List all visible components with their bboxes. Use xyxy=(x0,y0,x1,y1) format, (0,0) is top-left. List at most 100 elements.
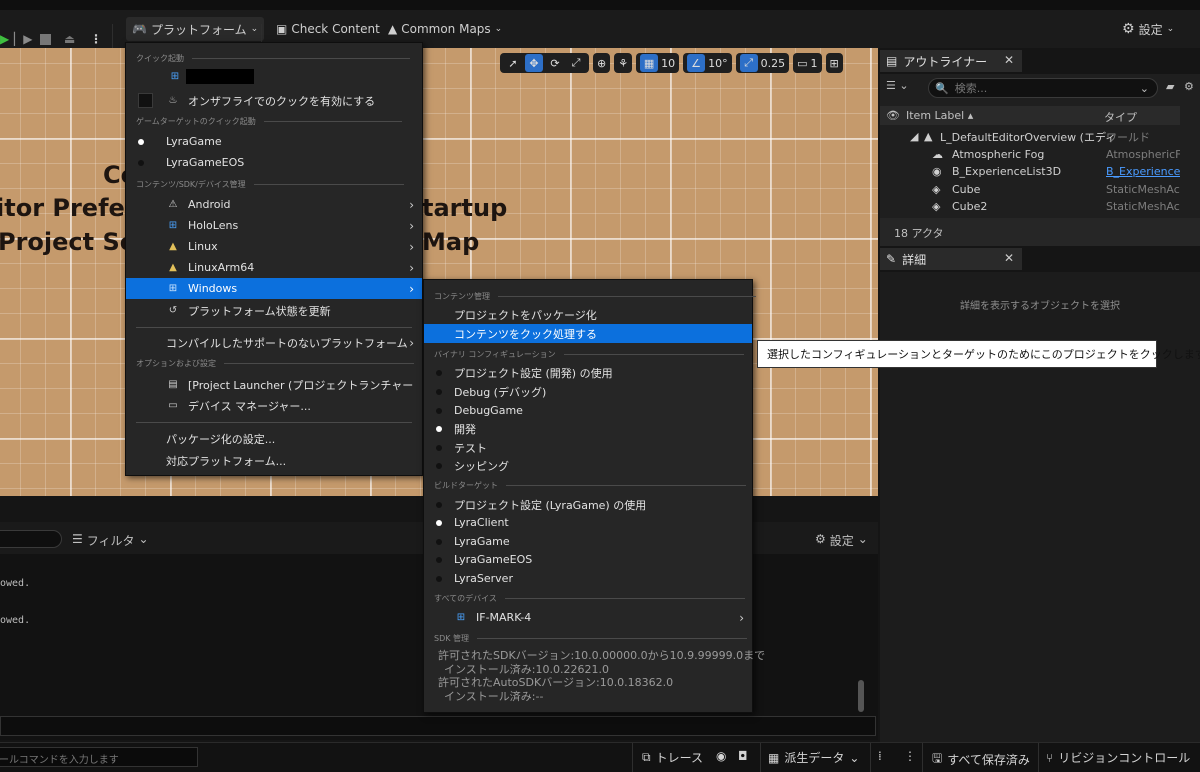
tree-row[interactable]: ◢ ▲ L_DefaultEditorOverview (エディ ワールド xyxy=(880,128,1180,145)
quick-launch-device-item[interactable]: ⊞ xyxy=(126,66,422,87)
eye-icon[interactable]: 👁 xyxy=(886,109,900,122)
cook-on-the-fly-checkbox[interactable] xyxy=(138,93,153,108)
log-search-input[interactable] xyxy=(0,530,62,548)
rotation-snap[interactable]: ∠ 10° xyxy=(683,53,732,73)
trace-icon: ⧉ xyxy=(642,750,651,764)
branch-icon: ⑂ xyxy=(1046,750,1054,765)
supported-platforms-item[interactable]: 対応プラットフォーム... xyxy=(126,450,422,471)
tree-row[interactable]: ◉ B_ExperienceList3D B_ExperienceL xyxy=(880,163,1180,180)
log-settings-button[interactable]: ⚙ 設定 ⌄ xyxy=(815,532,868,549)
config-item[interactable]: 開発 xyxy=(424,418,752,439)
device-manager-item[interactable]: ▭ デバイス マネージャー... xyxy=(126,395,422,416)
derived-data-button[interactable]: ▦ 派生データ ⌄ xyxy=(768,749,859,766)
surface-snap-toggle[interactable]: ⚘ xyxy=(614,53,633,73)
project-launcher-item[interactable]: ▤ [Project Launcher (プロジェクトランチャー)]... xyxy=(126,374,422,395)
rotate-icon[interactable]: ⟳ xyxy=(546,54,564,72)
tree-row[interactable]: ◈ Cube2 StaticMeshAct xyxy=(880,198,1180,215)
filter-button[interactable]: ☰ フィルタ ⌄ xyxy=(72,532,149,549)
chevron-down-icon: ⌄ xyxy=(138,532,149,546)
chevron-right-icon: › xyxy=(409,260,414,275)
cook-content-item[interactable]: コンテンツをクック処理する xyxy=(424,324,752,343)
platform-item-windows[interactable]: ⊞ Windows › xyxy=(126,278,422,299)
move-icon[interactable]: ✥ xyxy=(525,54,543,72)
platform-label: Android xyxy=(188,198,231,211)
config-label: 開発 xyxy=(454,422,476,436)
chevron-right-icon: › xyxy=(409,197,414,212)
stop-button[interactable] xyxy=(40,28,51,50)
close-icon[interactable]: ✕ xyxy=(1004,53,1014,67)
scale-snap[interactable]: ⤢ 0.25 xyxy=(735,53,790,73)
project-launcher-label: [Project Launcher (プロジェクトランチャー)]... xyxy=(188,378,414,392)
platform-item-hololens[interactable]: ⊞ HoloLens › xyxy=(126,215,422,236)
check-content-button[interactable]: ▣ Check Content xyxy=(276,17,380,41)
refresh-platform-status-item[interactable]: ↺ プラットフォーム状態を更新 xyxy=(126,300,422,321)
platforms-button[interactable]: 🎮 プラットフォーム ⌄ xyxy=(126,17,265,41)
menu-section-header: クイック起動 xyxy=(136,53,410,64)
play-options-button[interactable]: ⋮ xyxy=(90,28,102,50)
refresh-icon: ↺ xyxy=(168,305,178,316)
platform-label: Windows xyxy=(188,282,238,295)
platforms-label: プラットフォーム xyxy=(150,22,247,37)
trace-button[interactable]: ⧉ トレース xyxy=(642,749,703,766)
outliner-filter-button[interactable]: ☰ ⌄ xyxy=(886,79,909,92)
common-maps-button[interactable]: ▲ Common Maps ⌄ xyxy=(388,17,502,41)
add-folder-button[interactable]: ▰ xyxy=(1166,80,1174,93)
tree-row[interactable]: ◈ Cube StaticMeshAct xyxy=(880,181,1180,198)
revision-control-button[interactable]: ⑂ リビジョンコントロール xyxy=(1046,749,1190,766)
build-target-item[interactable]: LyraClient xyxy=(424,512,752,533)
grid-snap[interactable]: ▦ 10 xyxy=(636,53,680,73)
save-all-button[interactable]: 🖫 すべて保存済み xyxy=(932,749,1030,770)
camera-speed[interactable]: ▭ 1 xyxy=(793,53,822,73)
device-item[interactable]: ⊞ IF-MARK-4 › xyxy=(424,607,752,628)
select-icon[interactable]: ➚ xyxy=(504,54,522,72)
tab-details[interactable]: ✎ 詳細 ✕ xyxy=(880,248,1022,270)
platform-item-linux[interactable]: ▲ Linux › xyxy=(126,236,422,257)
world-local-toggle[interactable]: ⊕ xyxy=(593,53,611,73)
chevron-down-icon: ⌄ xyxy=(1139,81,1149,95)
platform-item-android[interactable]: ⚠ Android › xyxy=(126,194,422,215)
game-target-lyragame[interactable]: LyraGame xyxy=(126,131,422,152)
device-manager-label: デバイス マネージャー... xyxy=(188,399,311,413)
config-item[interactable]: シッピング xyxy=(424,455,752,476)
build-target-item[interactable]: LyraServer xyxy=(424,568,752,589)
log-input-row[interactable] xyxy=(0,716,876,736)
outliner-search-input[interactable]: 🔍 検索... ⌄ xyxy=(928,78,1158,98)
radio-selected xyxy=(138,138,144,145)
expand-arrow-icon[interactable]: ◢ xyxy=(910,130,918,143)
divider xyxy=(136,422,412,423)
build-target-item[interactable]: LyraGameEOS xyxy=(424,549,752,570)
play-button[interactable]: ▶ xyxy=(0,28,9,50)
camera-icon: ▭ xyxy=(797,56,808,70)
close-icon[interactable]: ✕ xyxy=(1004,251,1014,265)
log-scrollbar[interactable] xyxy=(858,680,864,712)
eject-button[interactable]: ⏏ xyxy=(64,28,75,50)
settings-button[interactable]: ⚙ 設定 ⌄ xyxy=(1122,17,1174,41)
config-item[interactable]: Debug (デバッグ) xyxy=(424,381,752,402)
layout-button[interactable]: ⊞ xyxy=(825,53,843,73)
platform-item-linuxarm64[interactable]: ▲ LinuxArm64 › xyxy=(126,257,422,278)
tree-row-label: B_ExperienceList3D xyxy=(952,165,1062,178)
console-input[interactable]: ールコマンドを入力します xyxy=(0,747,198,767)
tree-row[interactable]: ☁ Atmospheric Fog AtmosphericFc xyxy=(880,146,1180,163)
package-project-item[interactable]: プロジェクトをパッケージ化 xyxy=(424,304,752,325)
advance-frame-button[interactable]: ▏▶ xyxy=(14,28,32,50)
config-item[interactable]: プロジェクト設定 (開発) の使用 xyxy=(424,362,752,383)
tree-row-type-link[interactable]: B_ExperienceL xyxy=(1106,165,1180,178)
divider xyxy=(263,121,402,122)
unsupported-platforms-item[interactable]: コンパイルしたサポートのないプラットフォーム › xyxy=(126,332,422,353)
column-item-label[interactable]: Item Label ▴ xyxy=(906,109,973,122)
cook-on-the-fly-item[interactable]: ♨ オンザフライでのクックを有効にする xyxy=(126,90,422,111)
camera-capture-button[interactable]: ◘ xyxy=(738,749,748,763)
more-options-button[interactable]: ⋮ xyxy=(904,749,916,763)
game-target-lyragameeos[interactable]: LyraGameEOS xyxy=(126,152,422,173)
column-type[interactable]: タイプ xyxy=(1104,109,1137,125)
supported-platforms-label: 対応プラットフォーム... xyxy=(166,454,287,468)
radio-unselected xyxy=(436,575,442,582)
scale-icon[interactable]: ⤢ xyxy=(567,54,585,72)
main-toolbar: ▶ ▏▶ ⏏ ⋮ 🎮 プラットフォーム ⌄ ▣ Check Content ▲ … xyxy=(0,0,1200,52)
packaging-settings-item[interactable]: パッケージ化の設定... xyxy=(126,428,422,449)
record-button[interactable]: ◉ xyxy=(716,749,726,763)
tab-outliner[interactable]: ▤ アウトライナー ✕ xyxy=(880,50,1022,72)
source-control-status-button[interactable]: ⁞ xyxy=(878,749,882,763)
outliner-settings-button[interactable]: ⚙ xyxy=(1184,80,1194,93)
